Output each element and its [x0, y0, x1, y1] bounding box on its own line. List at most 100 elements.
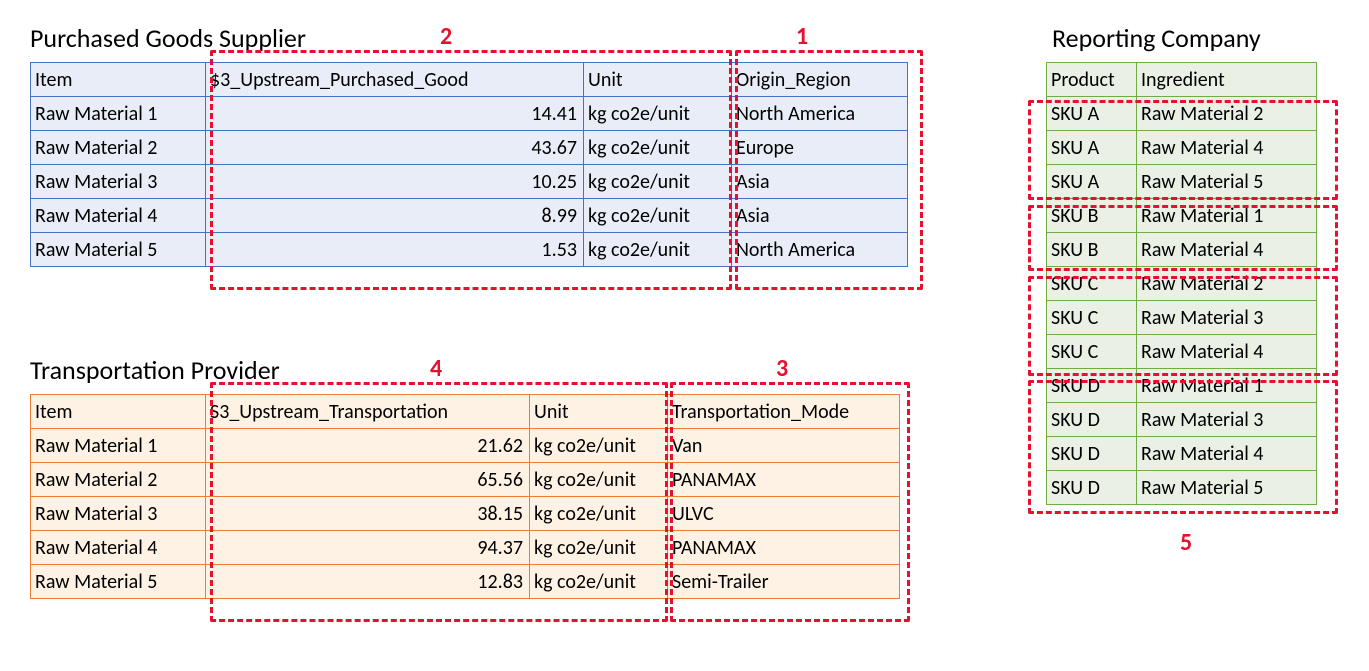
- cell-value: 94.37: [206, 531, 530, 565]
- table-row: SKU DRaw Material 3: [1047, 403, 1317, 437]
- table-row: SKU DRaw Material 5: [1047, 471, 1317, 505]
- annotation-label-1: 1: [796, 22, 808, 51]
- cell-unit: kg co2e/unit: [530, 565, 668, 599]
- table-row: Raw Material 2 43.67 kg co2e/unit Europe: [31, 131, 908, 165]
- cell-item: Raw Material 3: [31, 497, 206, 531]
- cell-item: Raw Material 5: [31, 565, 206, 599]
- table-row: SKU CRaw Material 3: [1047, 301, 1317, 335]
- cell-value: 10.25: [206, 165, 584, 199]
- table-row: Raw Material 4 8.99 kg co2e/unit Asia: [31, 199, 908, 233]
- col-unit: Unit: [584, 63, 732, 97]
- cell-unit: kg co2e/unit: [584, 97, 732, 131]
- cell-unit: kg co2e/unit: [584, 165, 732, 199]
- cell-region: Asia: [732, 199, 908, 233]
- cell-mode: Semi-Trailer: [668, 565, 900, 599]
- col-mode: Transportation_Mode: [668, 395, 900, 429]
- annotation-label-3: 3: [776, 354, 788, 383]
- cell-value: 1.53: [206, 233, 584, 267]
- table-header-row: Product Ingredient: [1047, 63, 1317, 97]
- table-row: SKU ARaw Material 2: [1047, 97, 1317, 131]
- reporting-title: Reporting Company: [1052, 22, 1261, 54]
- cell-mode: PANAMAX: [668, 463, 900, 497]
- cell-product: SKU A: [1047, 165, 1137, 199]
- transport-table: Item S3_Upstream_Transportation Unit Tra…: [30, 394, 900, 599]
- transport-title: Transportation Provider: [30, 354, 280, 386]
- cell-ingredient: Raw Material 4: [1137, 437, 1317, 471]
- table-row: SKU DRaw Material 4: [1047, 437, 1317, 471]
- cell-product: SKU D: [1047, 403, 1137, 437]
- cell-product: SKU A: [1047, 131, 1137, 165]
- cell-item: Raw Material 1: [31, 429, 206, 463]
- cell-region: Europe: [732, 131, 908, 165]
- table-row: SKU ARaw Material 4: [1047, 131, 1317, 165]
- cell-value: 21.62: [206, 429, 530, 463]
- cell-product: SKU D: [1047, 471, 1137, 505]
- table-row: Raw Material 2 65.56 kg co2e/unit PANAMA…: [31, 463, 900, 497]
- cell-product: SKU A: [1047, 97, 1137, 131]
- cell-ingredient: Raw Material 3: [1137, 301, 1317, 335]
- table-row: SKU ARaw Material 5: [1047, 165, 1317, 199]
- table-row: SKU CRaw Material 2: [1047, 267, 1317, 301]
- col-unit: Unit: [530, 395, 668, 429]
- cell-ingredient: Raw Material 3: [1137, 403, 1317, 437]
- cell-unit: kg co2e/unit: [530, 497, 668, 531]
- cell-value: 43.67: [206, 131, 584, 165]
- table-row: SKU DRaw Material 1: [1047, 369, 1317, 403]
- cell-region: North America: [732, 233, 908, 267]
- cell-ingredient: Raw Material 2: [1137, 267, 1317, 301]
- cell-unit: kg co2e/unit: [530, 429, 668, 463]
- cell-unit: kg co2e/unit: [530, 531, 668, 565]
- cell-ingredient: Raw Material 4: [1137, 233, 1317, 267]
- cell-mode: Van: [668, 429, 900, 463]
- table-row: Raw Material 1 21.62 kg co2e/unit Van: [31, 429, 900, 463]
- cell-value: 12.83: [206, 565, 530, 599]
- cell-mode: ULVC: [668, 497, 900, 531]
- cell-ingredient: Raw Material 5: [1137, 165, 1317, 199]
- col-item: Item: [31, 63, 206, 97]
- cell-item: Raw Material 2: [31, 131, 206, 165]
- table-header-row: Item S3_Upstream_Transportation Unit Tra…: [31, 395, 900, 429]
- cell-value: 38.15: [206, 497, 530, 531]
- cell-product: SKU D: [1047, 369, 1137, 403]
- table-row: SKU BRaw Material 4: [1047, 233, 1317, 267]
- col-value: S3_Upstream_Transportation: [206, 395, 530, 429]
- cell-ingredient: Raw Material 4: [1137, 335, 1317, 369]
- cell-ingredient: Raw Material 2: [1137, 97, 1317, 131]
- table-row: Raw Material 1 14.41 kg co2e/unit North …: [31, 97, 908, 131]
- cell-ingredient: Raw Material 4: [1137, 131, 1317, 165]
- cell-ingredient: Raw Material 5: [1137, 471, 1317, 505]
- cell-value: 65.56: [206, 463, 530, 497]
- cell-value: 8.99: [206, 199, 584, 233]
- cell-value: 14.41: [206, 97, 584, 131]
- cell-region: North America: [732, 97, 908, 131]
- annotation-label-2: 2: [440, 22, 452, 51]
- cell-product: SKU C: [1047, 335, 1137, 369]
- cell-item: Raw Material 4: [31, 199, 206, 233]
- cell-item: Raw Material 5: [31, 233, 206, 267]
- cell-unit: kg co2e/unit: [584, 199, 732, 233]
- annotation-label-4: 4: [430, 354, 442, 383]
- cell-region: Asia: [732, 165, 908, 199]
- supplier-table: Item $3_Upstream_Purchased_Good Unit Ori…: [30, 62, 908, 267]
- cell-product: SKU D: [1047, 437, 1137, 471]
- table-row: SKU BRaw Material 1: [1047, 199, 1317, 233]
- table-row: Raw Material 3 38.15 kg co2e/unit ULVC: [31, 497, 900, 531]
- col-ingredient: Ingredient: [1137, 63, 1317, 97]
- table-row: Raw Material 4 94.37 kg co2e/unit PANAMA…: [31, 531, 900, 565]
- reporting-table: Product Ingredient SKU ARaw Material 2 S…: [1046, 62, 1317, 505]
- col-value: $3_Upstream_Purchased_Good: [206, 63, 584, 97]
- cell-product: SKU B: [1047, 199, 1137, 233]
- annotation-label-5: 5: [1180, 528, 1192, 557]
- cell-product: SKU B: [1047, 233, 1137, 267]
- cell-mode: PANAMAX: [668, 531, 900, 565]
- cell-unit: kg co2e/unit: [530, 463, 668, 497]
- table-row: Raw Material 3 10.25 kg co2e/unit Asia: [31, 165, 908, 199]
- cell-item: Raw Material 3: [31, 165, 206, 199]
- cell-unit: kg co2e/unit: [584, 233, 732, 267]
- cell-item: Raw Material 2: [31, 463, 206, 497]
- cell-ingredient: Raw Material 1: [1137, 199, 1317, 233]
- col-product: Product: [1047, 63, 1137, 97]
- col-region: Origin_Region: [732, 63, 908, 97]
- cell-unit: kg co2e/unit: [584, 131, 732, 165]
- table-row: Raw Material 5 1.53 kg co2e/unit North A…: [31, 233, 908, 267]
